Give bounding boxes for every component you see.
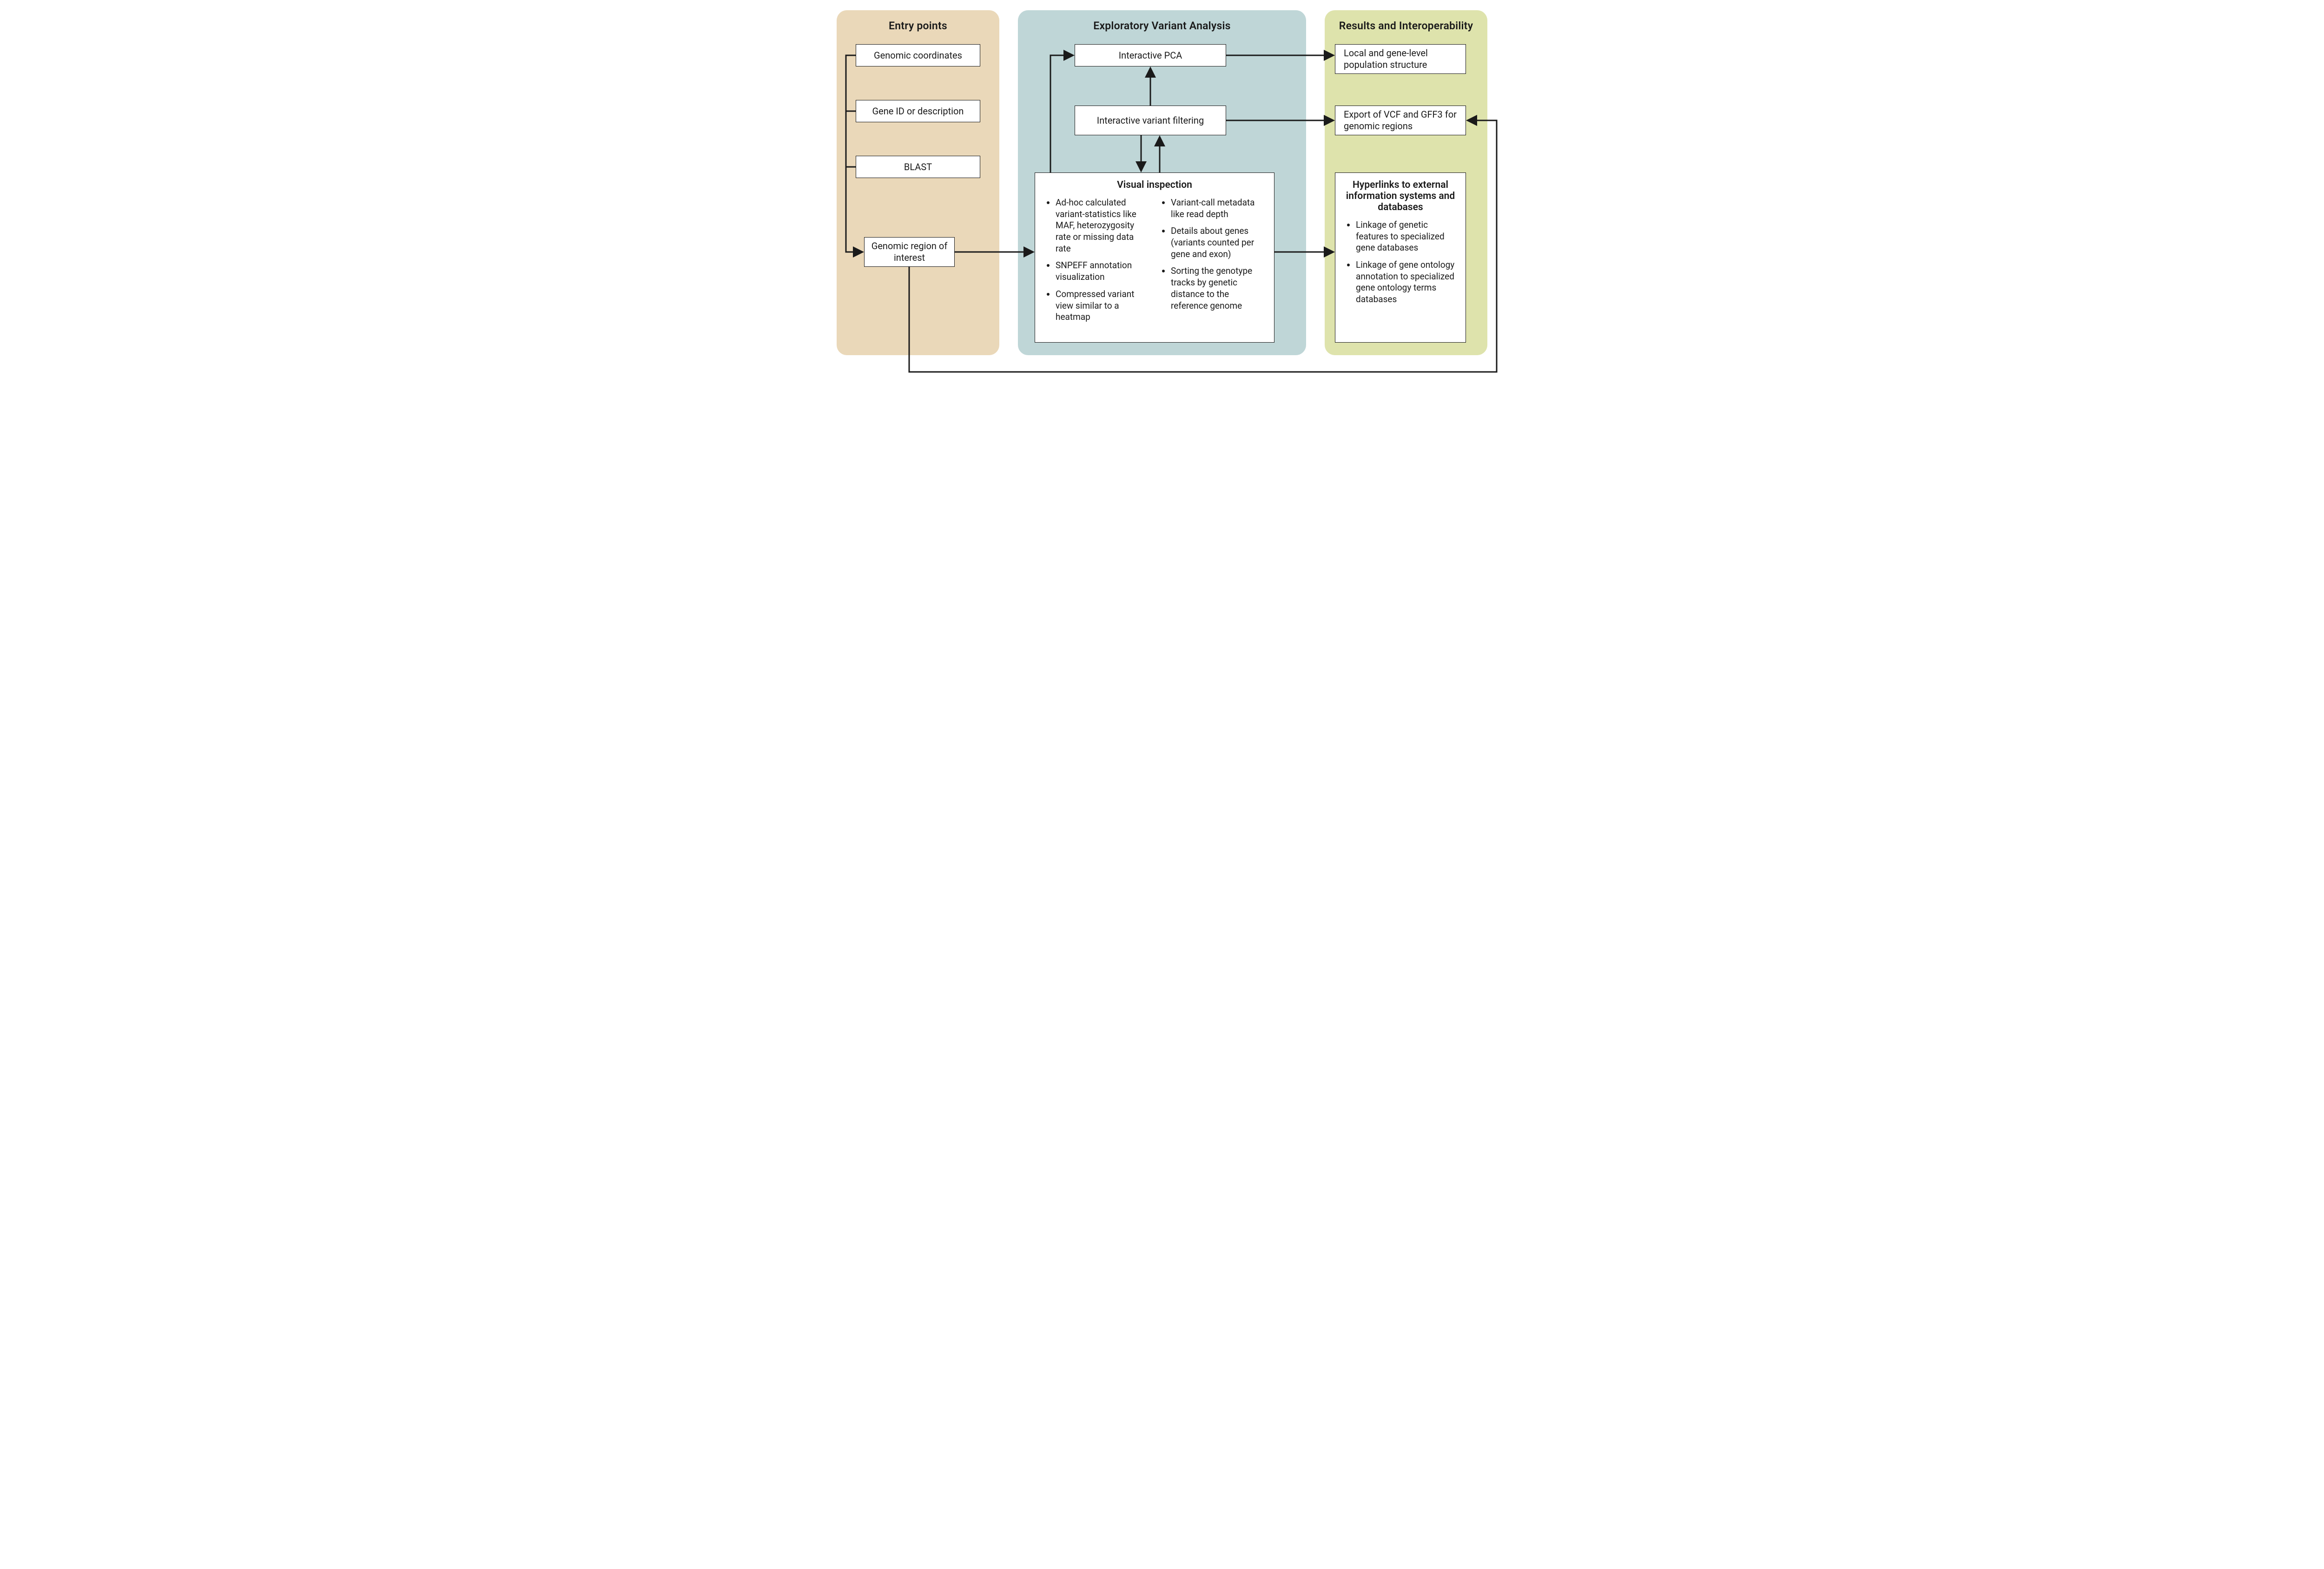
box-gene-id: Gene ID or description — [856, 100, 980, 122]
box-genomic-coords: Genomic coordinates — [856, 44, 980, 66]
box-export: Export of VCF and GFF3 for genomic regio… — [1335, 106, 1466, 135]
list-item: Variant-call metadata like read depth — [1171, 197, 1264, 220]
visual-inspection-title: Visual inspection — [1045, 179, 1264, 191]
list-item: Ad-hoc calculated variant-statistics lik… — [1056, 197, 1149, 254]
hyperlinks-list: Linkage of genetic features to specializ… — [1346, 219, 1455, 305]
hyperlinks-title: Hyperlinks to external information syste… — [1346, 179, 1455, 213]
list-item: Details about genes (variants counted pe… — [1171, 225, 1264, 260]
label: Interactive variant filtering — [1097, 115, 1204, 126]
box-population-structure: Local and gene-level population structur… — [1335, 44, 1466, 74]
column-analysis-title: Exploratory Variant Analysis — [1029, 20, 1295, 32]
label: Export of VCF and GFF3 for genomic regio… — [1344, 109, 1460, 132]
box-variant-filtering: Interactive variant filtering — [1075, 106, 1226, 135]
flow-diagram: Entry points Exploratory Variant Analysi… — [818, 0, 1506, 387]
box-interactive-pca: Interactive PCA — [1075, 44, 1226, 66]
box-blast: BLAST — [856, 156, 980, 178]
visual-right-list: Variant-call metadata like read depth De… — [1161, 197, 1264, 311]
label: Genomic region of interest — [870, 240, 949, 264]
visual-left-list: Ad-hoc calculated variant-statistics lik… — [1045, 197, 1149, 323]
list-item: Linkage of genetic features to specializ… — [1356, 219, 1455, 254]
visual-inspection-body: Ad-hoc calculated variant-statistics lik… — [1045, 197, 1264, 323]
list-item: Compressed variant view similar to a hea… — [1056, 289, 1149, 323]
list-item: Sorting the genotype tracks by genetic d… — [1171, 265, 1264, 311]
list-item: SNPEFF annotation visualization — [1056, 260, 1149, 283]
box-genomic-region: Genomic region of interest — [864, 237, 955, 267]
label: Local and gene-level population structur… — [1344, 47, 1460, 71]
label: Interactive PCA — [1119, 50, 1182, 61]
label: Genomic coordinates — [874, 50, 962, 61]
label: Gene ID or description — [872, 106, 964, 117]
column-entry-title: Entry points — [848, 20, 988, 32]
label: BLAST — [904, 161, 932, 173]
list-item: Linkage of gene ontology annotation to s… — [1356, 259, 1455, 305]
box-visual-inspection: Visual inspection Ad-hoc calculated vari… — [1035, 172, 1274, 343]
column-results-title: Results and Interoperability — [1336, 20, 1476, 32]
box-hyperlinks: Hyperlinks to external information syste… — [1335, 172, 1466, 343]
